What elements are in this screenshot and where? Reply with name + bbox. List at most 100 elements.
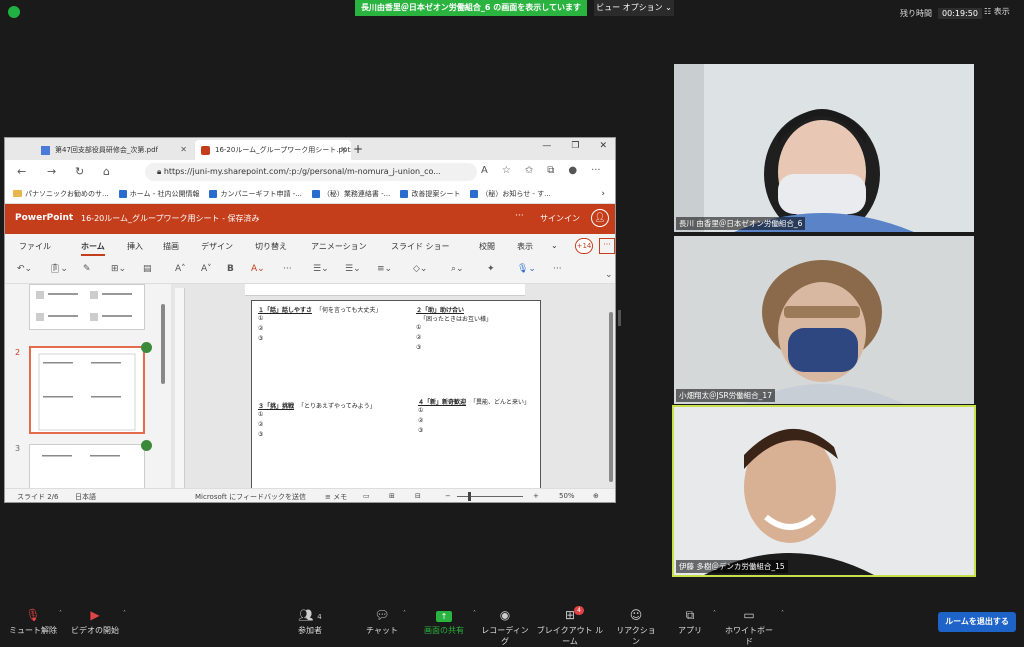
- bold-icon[interactable]: B: [227, 264, 234, 274]
- chevron-up-icon[interactable]: ˄: [713, 610, 716, 617]
- favorite-item[interactable]: （秘）お知らせ - す...: [470, 189, 551, 199]
- designer-icon[interactable]: ✦: [487, 264, 495, 274]
- chevron-up-icon[interactable]: ˄: [781, 610, 784, 617]
- expand-ribbon-icon[interactable]: ⌄: [605, 270, 613, 280]
- minimize-icon[interactable]: —: [542, 141, 551, 151]
- align-icon[interactable]: ≡⌄: [377, 264, 392, 274]
- view-options-button[interactable]: ビュー オプション ⌄: [594, 0, 674, 16]
- collaborators-badge[interactable]: +14: [575, 238, 593, 254]
- apps-button[interactable]: ⧉ アプリ ˄: [674, 608, 716, 636]
- thumbnail-scrollbar[interactable]: [161, 304, 165, 384]
- zoom-out-icon[interactable]: −: [445, 492, 451, 500]
- layout-icon[interactable]: ▤: [143, 264, 152, 274]
- breakout-rooms-button[interactable]: ⊞ 4 ブレイクアウト ルーム: [534, 606, 606, 647]
- tab-slideshow[interactable]: スライド ショー: [391, 241, 450, 252]
- url-field[interactable]: 🔒︎ https://juni-my.sharepoint.com/:p:/g/…: [145, 163, 477, 181]
- feedback-link[interactable]: Microsoft にフィードバックを送信: [195, 492, 306, 502]
- dictate-icon[interactable]: 🎙︎⌄: [517, 264, 536, 274]
- favorite-item[interactable]: 改善提案シート: [400, 189, 460, 199]
- chevron-down-icon[interactable]: ⌄: [551, 241, 558, 250]
- signin-link[interactable]: サインイン: [540, 213, 580, 224]
- numbering-icon[interactable]: ☰⌄: [345, 264, 361, 274]
- more-options-icon[interactable]: ···: [515, 211, 524, 221]
- chevron-up-icon[interactable]: ˄: [123, 610, 126, 617]
- participant-video-1[interactable]: 長川 由香里＠日本ゼオン労働組合_6: [674, 64, 974, 232]
- zoom-level[interactable]: 50%: [559, 492, 575, 500]
- zoom-in-icon[interactable]: +: [533, 492, 539, 500]
- reading-view-icon[interactable]: ⊟: [415, 492, 421, 500]
- question-4[interactable]: ４「新」新奇歓迎 「異能、どんと来い」 ① ② ③: [418, 397, 530, 436]
- zoom-slider-knob[interactable]: [468, 492, 471, 501]
- close-tab-icon[interactable]: ✕: [180, 140, 187, 160]
- collections-icon[interactable]: ⧉: [547, 165, 554, 176]
- question-2[interactable]: ２「助」助け合い「困ったときはお互い様」 ① ② ③: [416, 305, 540, 353]
- ribbon-more-icon[interactable]: ···: [599, 238, 615, 254]
- tab-home[interactable]: ホーム: [81, 241, 105, 252]
- paste-icon[interactable]: 📋︎⌄: [49, 264, 68, 274]
- tab-design[interactable]: デザイン: [201, 241, 233, 252]
- record-button[interactable]: ◉ レコーディング: [480, 608, 530, 647]
- leave-room-button[interactable]: ルームを退出する: [938, 612, 1016, 632]
- participant-video-3-active-speaker[interactable]: 伊藤 多樹＠デンカ労働組合_15: [672, 405, 976, 577]
- fit-slide-icon[interactable]: ⊕: [593, 492, 599, 500]
- favorite-item[interactable]: （秘）業務連絡書 -...: [311, 189, 390, 199]
- tab-review[interactable]: 校閲: [479, 241, 495, 252]
- split-view-handle[interactable]: [618, 310, 621, 326]
- start-video-button[interactable]: ▶︎ ビデオの開始 ˄: [68, 608, 126, 636]
- tab-transitions[interactable]: 切り替え: [255, 241, 287, 252]
- normal-view-icon[interactable]: ▭: [363, 492, 370, 500]
- slide-sorter-icon[interactable]: ⊞: [389, 492, 395, 500]
- tab-draw[interactable]: 描画: [163, 241, 179, 252]
- bullets-icon[interactable]: ☰⌄: [313, 264, 329, 274]
- tab-pdf[interactable]: 第47回支部役員研修会_次第.pdf ✕: [35, 140, 191, 160]
- shapes-icon[interactable]: ◇⌄: [413, 264, 427, 274]
- format-painter-icon[interactable]: ✎: [83, 264, 91, 274]
- reactions-button[interactable]: ☺ リアクション: [614, 608, 658, 647]
- file-title[interactable]: 16-20ルーム_グループワーク用シート - 保存済み: [81, 213, 260, 224]
- favorite-item[interactable]: パナソニックお勧めのサ...: [13, 189, 109, 199]
- chevron-right-icon[interactable]: ›: [601, 189, 605, 199]
- close-tab-icon[interactable]: ✕: [340, 140, 347, 160]
- back-icon[interactable]: ←: [17, 165, 26, 178]
- whiteboard-button[interactable]: ▭ ホワイトボード ˄: [722, 608, 784, 647]
- new-tab-icon[interactable]: +: [353, 140, 363, 158]
- view-button[interactable]: ☷ 表示: [984, 6, 1010, 17]
- favorite-star-icon[interactable]: ☆: [502, 165, 511, 176]
- slide-thumbnail-3[interactable]: [29, 444, 145, 488]
- toolbar-more-icon[interactable]: ···: [553, 264, 562, 274]
- question-3[interactable]: ３「挑」挑戦 「とりあえずやってみよう」 ① ② ③: [258, 401, 376, 440]
- canvas-scrollbar[interactable]: [609, 312, 613, 482]
- increase-font-icon[interactable]: A˄: [175, 264, 186, 274]
- question-1[interactable]: １「話」話しやすさ 「何を言っても大丈夫」 ① ② ③: [258, 305, 381, 344]
- unmute-button[interactable]: 🎙︎ ミュート解除 ˄: [6, 608, 62, 636]
- find-icon[interactable]: ⌕⌄: [451, 264, 464, 274]
- read-aloud-icon[interactable]: A: [481, 165, 488, 176]
- favorite-item[interactable]: ホーム - 社内公開情報: [118, 189, 199, 199]
- zoom-slider[interactable]: [457, 496, 523, 497]
- restore-icon[interactable]: ❐: [571, 141, 579, 151]
- profile-icon[interactable]: ●: [568, 165, 577, 176]
- new-slide-icon[interactable]: ⊞⌄: [111, 264, 126, 274]
- tab-insert[interactable]: 挿入: [127, 241, 143, 252]
- refresh-icon[interactable]: ↻: [75, 165, 84, 178]
- more-icon[interactable]: ···: [591, 165, 601, 176]
- tab-file[interactable]: ファイル: [19, 241, 51, 252]
- tab-view[interactable]: 表示: [517, 241, 533, 252]
- chevron-up-icon[interactable]: ˄: [403, 610, 406, 617]
- forward-icon[interactable]: →: [47, 165, 56, 178]
- decrease-font-icon[interactable]: A˅: [201, 264, 212, 274]
- favorite-item[interactable]: カンパニーギフト申請 -...: [209, 189, 302, 199]
- chevron-up-icon[interactable]: ˄: [59, 610, 62, 617]
- user-icon[interactable]: 👤︎: [591, 209, 609, 227]
- participant-video-2[interactable]: 小畑翔太＠JSR労働組合_17: [674, 236, 974, 404]
- language[interactable]: 日本語: [75, 492, 96, 502]
- tab-animations[interactable]: アニメーション: [311, 241, 367, 252]
- security-shield-icon[interactable]: [8, 6, 20, 18]
- notes-button[interactable]: ≡ メモ: [325, 492, 347, 502]
- undo-icon[interactable]: ↶⌄: [17, 264, 32, 274]
- tab-pptx[interactable]: 16-20ルーム_グループワーク用シート.pptx ✕: [195, 140, 351, 160]
- more-font-icon[interactable]: ···: [283, 264, 292, 274]
- close-window-icon[interactable]: ✕: [599, 141, 607, 151]
- share-screen-button[interactable]: ↑ 画面の共有 ˄: [420, 608, 476, 636]
- font-color-icon[interactable]: A⌄: [251, 264, 265, 274]
